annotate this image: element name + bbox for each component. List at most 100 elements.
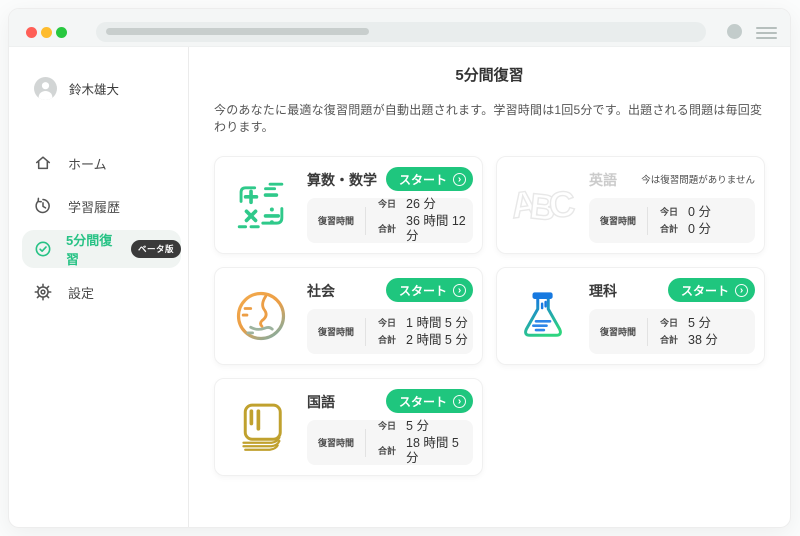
subject-card-science: 理科 スタート 復習時間 今日 5 分 合計 38 分 <box>496 267 765 365</box>
today-value: 26 分 <box>406 197 436 211</box>
total-label: 合計 <box>378 334 397 345</box>
review-time-label: 復習時間 <box>599 216 636 226</box>
chevron-right-icon <box>453 394 466 408</box>
today-label: 今日 <box>378 199 397 209</box>
total-value: 2 時間 5 分 <box>406 332 468 347</box>
today-label: 今日 <box>660 206 679 217</box>
address-bar[interactable] <box>96 22 706 42</box>
today-row: 今日 26 分 <box>378 197 473 212</box>
no-review-note: 今は復習問題がありません <box>641 175 755 186</box>
total-row: 合計 0 分 <box>660 222 711 237</box>
today-label: 今日 <box>378 421 397 431</box>
review-time-panel: 復習時間 今日 1 時間 5 分 合計 2 時間 5 分 <box>307 309 473 354</box>
subject-title: 英語 <box>589 172 617 188</box>
sidebar-item-settings[interactable]: 設定 <box>22 273 181 311</box>
sidebar: 鈴木雄大 ホーム 学習履歴 5分間復習 ベータ版 設定 <box>9 47 189 527</box>
sidebar-item-home[interactable]: ホーム <box>22 144 181 182</box>
today-value: 1 時間 5 分 <box>406 315 468 330</box>
review-time-label: 復習時間 <box>317 327 354 337</box>
start-button[interactable]: スタート <box>667 278 755 302</box>
sidebar-item-label: 5分間復習 <box>66 233 113 267</box>
total-label: 合計 <box>378 223 397 234</box>
review-time-panel: 復習時間 今日 0 分 合計 0 分 <box>589 198 755 243</box>
sidebar-item-label: 設定 <box>68 285 95 301</box>
history-icon <box>34 197 52 215</box>
subject-card-japanese: 国語 スタート 復習時間 今日 5 分 合計 18 時間 5 <box>214 378 483 476</box>
total-label: 合計 <box>378 445 397 456</box>
flask-icon <box>511 287 575 345</box>
user-avatar-icon[interactable] <box>727 24 742 39</box>
start-button-label: スタート <box>398 394 447 409</box>
browser-titlebar <box>9 9 790 47</box>
start-button[interactable]: スタート <box>385 389 473 413</box>
main-panel: 5分間復習 今のあなたに最適な復習問題が自動出題されます。学習時間は1回5分です… <box>189 47 790 527</box>
user-profile[interactable]: 鈴木雄大 <box>9 77 188 100</box>
page-title: 5分間復習 <box>455 67 524 84</box>
user-name: 鈴木雄大 <box>69 83 120 97</box>
start-button[interactable]: スタート <box>385 278 473 302</box>
today-row: 今日 5 分 <box>660 316 718 331</box>
chevron-right-icon <box>735 283 748 297</box>
start-button[interactable]: スタート <box>385 167 473 191</box>
person-icon <box>34 77 57 100</box>
total-label: 合計 <box>660 223 679 234</box>
today-row: 今日 0 分 <box>660 205 711 220</box>
review-time-panel: 復習時間 今日 5 分 合計 38 分 <box>589 309 755 354</box>
close-circle-icon[interactable] <box>26 27 37 38</box>
book-icon <box>229 398 293 456</box>
subject-title: 国語 <box>307 394 335 410</box>
today-row: 今日 1 時間 5 分 <box>378 316 468 331</box>
globe-icon <box>229 286 293 346</box>
subject-title: 理科 <box>589 283 617 299</box>
subject-card-english: ABC 英語 今は復習問題がありません 復習時間 今日 0 分 合計 0 分 <box>496 156 765 254</box>
sidebar-item-label: ホーム <box>68 156 107 172</box>
beta-badge: ベータ版 <box>130 240 181 258</box>
app-content: 鈴木雄大 ホーム 学習履歴 5分間復習 ベータ版 設定 5分間復習 今のあなたに… <box>9 47 790 527</box>
subject-title: 算数・数学 <box>307 172 377 188</box>
today-row: 今日 5 分 <box>378 419 473 434</box>
sidebar-menu: ホーム 学習履歴 5分間復習 ベータ版 設定 <box>9 144 188 311</box>
total-value: 0 分 <box>688 221 711 236</box>
abc-letters-icon: ABC <box>507 182 570 228</box>
total-label: 合計 <box>660 334 679 345</box>
subject-card-social: 社会 スタート 復習時間 今日 1 時間 5 分 合計 2 時 <box>214 267 483 365</box>
page-description: 今のあなたに最適な復習問題が自動出題されます。学習時間は1回5分です。出題される… <box>214 103 763 134</box>
review-time-label: 復習時間 <box>317 216 354 226</box>
start-button-label: スタート <box>680 283 729 298</box>
sidebar-item-label: 学習履歴 <box>68 199 121 215</box>
total-row: 合計 2 時間 5 分 <box>378 333 468 348</box>
start-button-label: スタート <box>398 283 447 298</box>
review-time-panel: 復習時間 今日 26 分 合計 36 時間 12 分 <box>307 197 473 244</box>
total-row: 合計 36 時間 12 分 <box>378 214 473 244</box>
check-circle-icon <box>34 240 52 258</box>
today-label: 今日 <box>660 317 679 328</box>
home-icon <box>34 154 52 172</box>
minimize-circle-icon[interactable] <box>41 27 52 38</box>
today-value: 5 分 <box>406 419 429 433</box>
review-time-label: 復習時間 <box>317 438 354 448</box>
total-row: 合計 18 時間 5 分 <box>378 436 473 466</box>
total-value: 36 時間 12 分 <box>406 214 466 243</box>
review-time-panel: 復習時間 今日 5 分 合計 18 時間 5 分 <box>307 419 473 466</box>
sidebar-item-history[interactable]: 学習履歴 <box>22 187 181 225</box>
fullscreen-circle-icon[interactable] <box>56 27 67 38</box>
math-symbols-icon <box>229 176 293 234</box>
browser-window: 鈴木雄大 ホーム 学習履歴 5分間復習 ベータ版 設定 5分間復習 今のあなたに… <box>8 8 791 528</box>
total-row: 合計 38 分 <box>660 333 718 348</box>
review-time-label: 復習時間 <box>599 327 636 337</box>
total-value: 38 分 <box>688 332 718 347</box>
gear-icon <box>34 283 52 301</box>
sidebar-item-five-minute-review[interactable]: 5分間復習 ベータ版 <box>22 230 181 268</box>
total-value: 18 時間 5 分 <box>406 436 459 465</box>
subject-card-math: 算数・数学 スタート 復習時間 今日 26 分 合計 36 時 <box>214 156 483 254</box>
address-bar-text-placeholder <box>106 28 369 35</box>
start-button-label: スタート <box>398 172 447 187</box>
subject-title: 社会 <box>307 283 335 299</box>
traffic-lights <box>26 27 67 38</box>
today-label: 今日 <box>378 317 397 328</box>
chevron-right-icon <box>453 283 466 297</box>
subject-grid: 算数・数学 スタート 復習時間 今日 26 分 合計 36 時 <box>214 156 765 476</box>
today-value: 0 分 <box>688 204 711 219</box>
chevron-right-icon <box>453 172 466 186</box>
hamburger-menu-icon[interactable] <box>756 27 777 41</box>
